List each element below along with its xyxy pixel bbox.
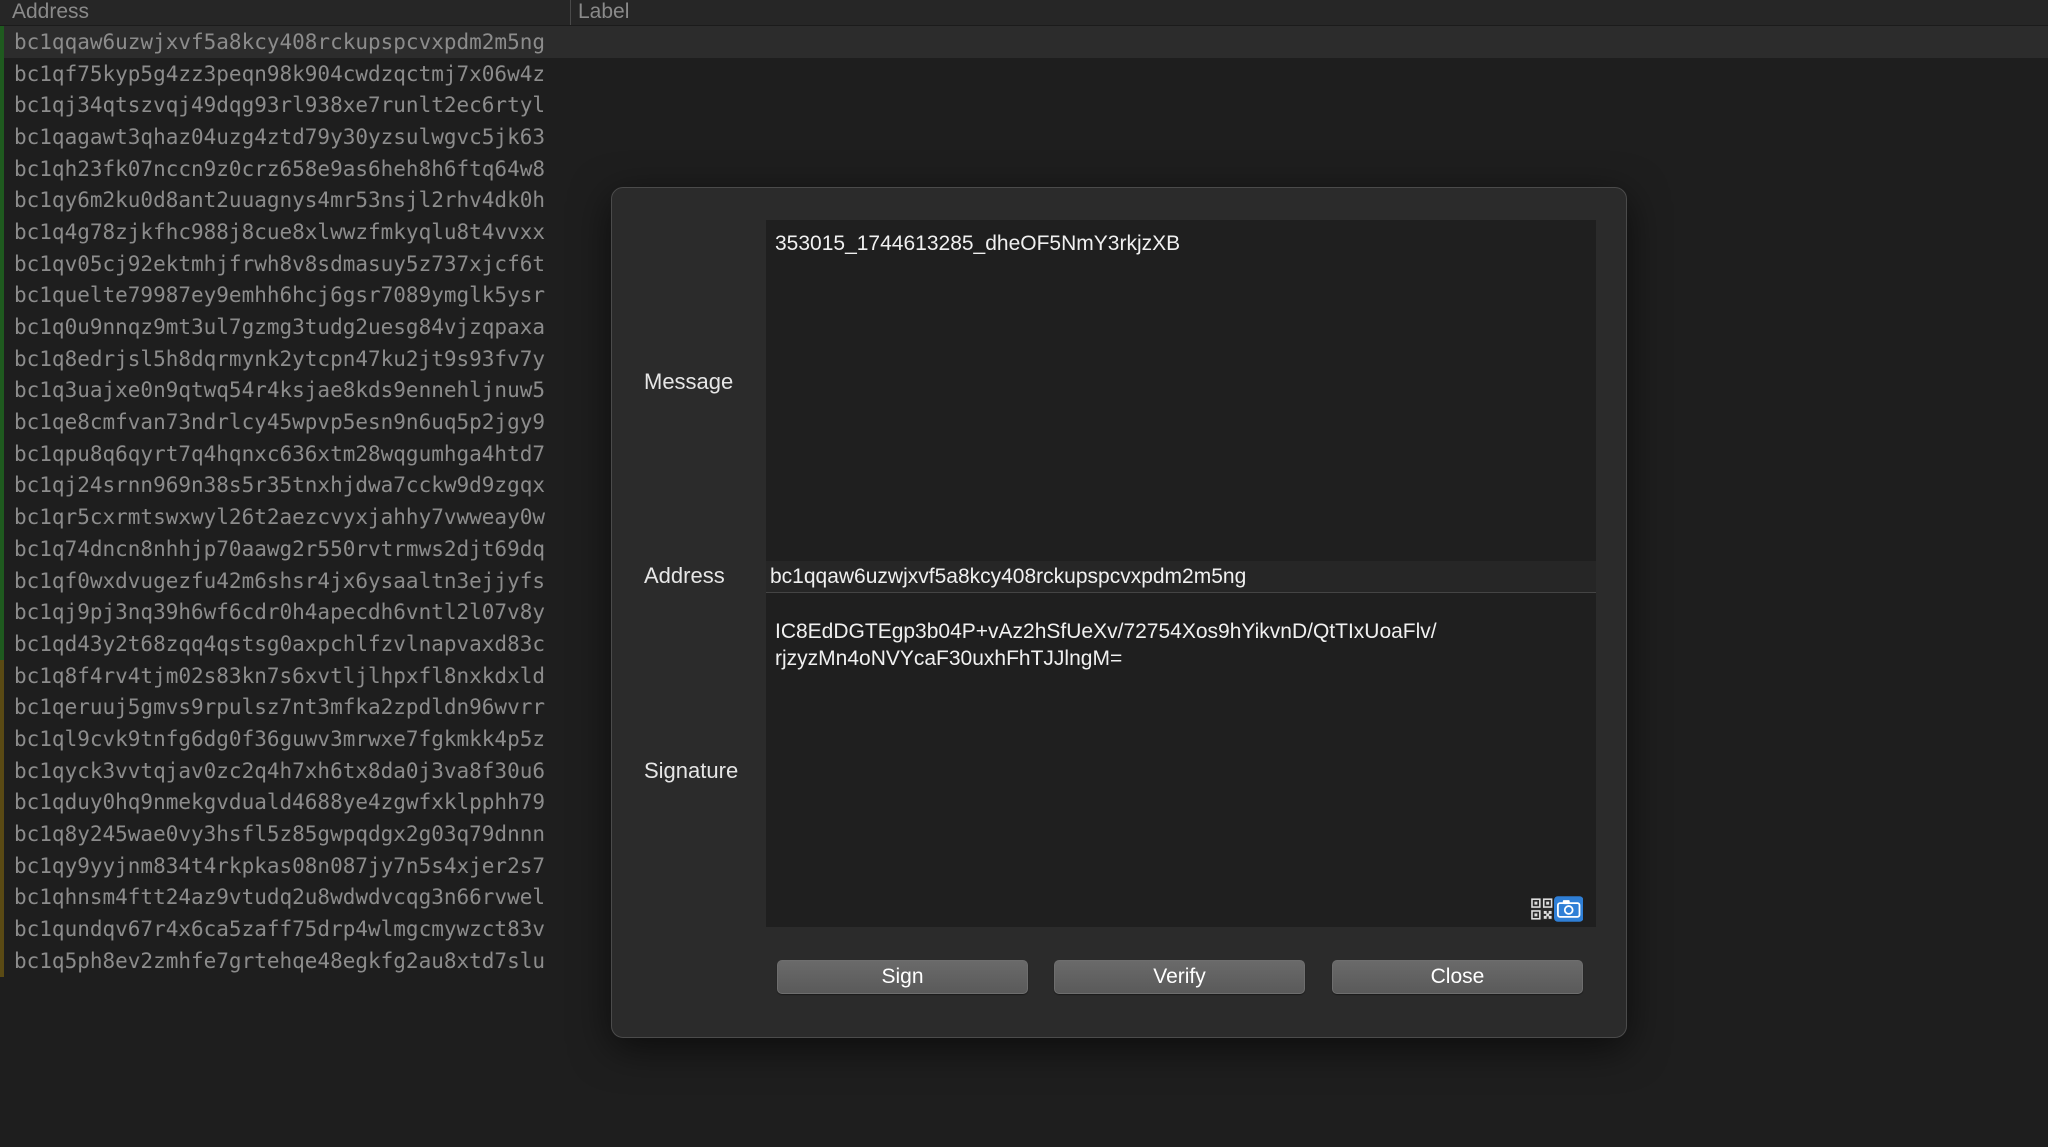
table-row[interactable]: bc1qj34qtszvqj49dqg93rl938xe7runlt2ec6rt… — [0, 89, 2048, 122]
row-address: bc1quelte79987ey9emhh6hcj6gsr7089ymglk5y… — [14, 283, 546, 308]
row-address: bc1qeruuj5gmvs9rpulsz7nt3mfka2zpdldn96wv… — [14, 695, 546, 720]
address-type-marker — [0, 628, 4, 660]
address-type-marker — [0, 944, 4, 977]
message-label: Message — [644, 369, 734, 394]
column-header-label[interactable]: Label — [570, 0, 2048, 25]
row-address: bc1qpu8q6qyrt7q4hqnxc636xtm28wqgumhga4ht… — [14, 441, 546, 466]
table-row[interactable]: bc1qqaw6uzwjxvf5a8kcy408rckupspcvxpdm2m5… — [0, 26, 2048, 58]
address-type-marker — [0, 57, 4, 90]
row-address: bc1q5ph8ev2zmhfe7grtehqe48egkfg2au8xtd7s… — [14, 948, 546, 973]
row-address: bc1q8edrjsl5h8dqrmynk2ytcpn47ku2jt9s93fv… — [14, 346, 546, 371]
address-type-marker — [0, 786, 4, 819]
row-address: bc1qf75kyp5g4zz3peqn98k904cwdzqctmj7x06w… — [14, 61, 546, 86]
sign-verify-window: Address Label bc1qqaw6uzwjxvf5a8kcy408rc… — [0, 0, 2048, 1147]
address-type-marker — [0, 469, 4, 502]
row-address: bc1qj24srnn969n38s5r35tnxhjdwa7cckw9d9zg… — [14, 473, 546, 498]
address-type-marker — [0, 311, 4, 343]
address-label: Address — [644, 563, 725, 588]
row-address: bc1qj9pj3nq39h6wf6cdr0h4apecdh6vntl2l07v… — [14, 600, 546, 625]
address-type-marker — [0, 247, 4, 280]
sign-button[interactable]: Sign — [777, 960, 1028, 994]
address-type-marker — [0, 849, 4, 882]
address-type-marker — [0, 121, 4, 153]
qr-scan-button[interactable] — [1531, 894, 1583, 923]
address-type-marker — [0, 691, 4, 724]
address-input[interactable]: bc1qqaw6uzwjxvf5a8kcy408rckupspcvxpdm2m5… — [766, 561, 1596, 593]
row-address: bc1q8f4rv4tjm02s83kn7s6xvtljlhpxfl8nxkdx… — [14, 663, 546, 688]
address-type-marker — [0, 659, 4, 692]
row-address: bc1qh23fk07nccn9z0crz658e9as6heh8h6ftq64… — [14, 156, 546, 181]
address-type-marker — [0, 216, 4, 248]
address-type-marker — [0, 818, 4, 850]
row-address: bc1qqaw6uzwjxvf5a8kcy408rckupspcvxpdm2m5… — [14, 29, 546, 54]
row-address: bc1qj34qtszvqj49dqg93rl938xe7runlt2ec6rt… — [14, 93, 546, 118]
verify-button[interactable]: Verify — [1054, 960, 1305, 994]
row-address: bc1q8y245wae0vy3hsfl5z85gwpqdgx2g03q79dn… — [14, 822, 546, 847]
row-address: bc1q3uajxe0n9qtwq54r4ksjae8kds9ennehljnu… — [14, 378, 546, 403]
column-header-address[interactable]: Address — [0, 0, 570, 25]
address-type-marker — [0, 342, 4, 375]
signature-textarea[interactable]: IC8EdDGTEgp3b04P+vAz2hSfUeXv/72754Xos9hY… — [766, 608, 1596, 927]
row-address: bc1qy9yyjnm834t4rkpkas08n087jy7n5s4xjer2… — [14, 853, 546, 878]
row-address: bc1qe8cmfvan73ndrlcy45wpvp5esn9n6uq5p2jg… — [14, 410, 546, 435]
address-type-marker — [0, 596, 4, 629]
address-type-marker — [0, 723, 4, 755]
address-type-marker — [0, 533, 4, 565]
table-row[interactable]: bc1qh23fk07nccn9z0crz658e9as6heh8h6ftq64… — [0, 152, 2048, 185]
row-address: bc1qagawt3qhaz04uzg4ztd79y30yzsulwgvc5jk… — [14, 124, 546, 149]
qr-code-icon — [1531, 897, 1553, 920]
table-header: Address Label — [0, 0, 2048, 26]
camera-icon — [1553, 895, 1583, 922]
close-button[interactable]: Close — [1332, 960, 1583, 994]
table-row[interactable]: bc1qf75kyp5g4zz3peqn98k904cwdzqctmj7x06w… — [0, 57, 2048, 90]
row-address: bc1qyck3vvtqjav0zc2q4h7xh6tx8da0j3va8f30… — [14, 758, 546, 783]
address-type-marker — [0, 754, 4, 787]
address-type-marker — [0, 89, 4, 122]
row-address: bc1qundqv67r4x6ca5zaff75drp4wlmgcmywzct8… — [14, 917, 546, 942]
row-address: bc1qy6m2ku0d8ant2uuagnys4mr53nsjl2rhv4dk… — [14, 188, 546, 213]
address-type-marker — [0, 913, 4, 945]
address-type-marker — [0, 881, 4, 914]
address-type-marker — [0, 406, 4, 438]
row-address: bc1qhnsm4ftt24az9vtudq2u8wdwdvcqg3n66rvw… — [14, 885, 546, 910]
address-type-marker — [0, 26, 4, 58]
row-address: bc1qv05cj92ektmhjfrwh8v8sdmasuy5z737xjcf… — [14, 251, 546, 276]
address-type-marker — [0, 152, 4, 185]
sign-verify-dialog: Message 353015_1744613285_dheOF5NmY3rkjz… — [611, 187, 1627, 1038]
address-type-marker — [0, 279, 4, 312]
address-type-marker — [0, 184, 4, 217]
row-address: bc1qf0wxdvugezfu42m6shsr4jx6ysaaltn3ejjy… — [14, 568, 546, 593]
address-type-marker — [0, 564, 4, 597]
row-address: bc1q4g78zjkfhc988j8cue8xlwwzfmkyqlu8t4vv… — [14, 219, 546, 244]
table-row[interactable]: bc1qagawt3qhaz04uzg4ztd79y30yzsulwgvc5jk… — [0, 121, 2048, 153]
row-address: bc1qd43y2t68zqq4qstsg0axpchlfzvlnapvaxd8… — [14, 631, 546, 656]
row-address: bc1q74dncn8nhhjp70aawg2r550rvtrmws2djt69… — [14, 536, 546, 561]
address-type-marker — [0, 501, 4, 533]
row-address: bc1q0u9nnqz9mt3ul7gzmg3tudg2uesg84vjzqpa… — [14, 315, 546, 340]
row-address: bc1ql9cvk9tnfg6dg0f36guwv3mrwxe7fgkmkk4p… — [14, 726, 546, 751]
address-type-marker — [0, 437, 4, 470]
signature-label: Signature — [644, 758, 739, 783]
row-address: bc1qduy0hq9nmekgvduald4688ye4zgwfxklpphh… — [14, 790, 546, 815]
row-address: bc1qr5cxrmtswxwyl26t2aezcvyxjahhy7vwweay… — [14, 505, 546, 530]
address-type-marker — [0, 374, 4, 407]
